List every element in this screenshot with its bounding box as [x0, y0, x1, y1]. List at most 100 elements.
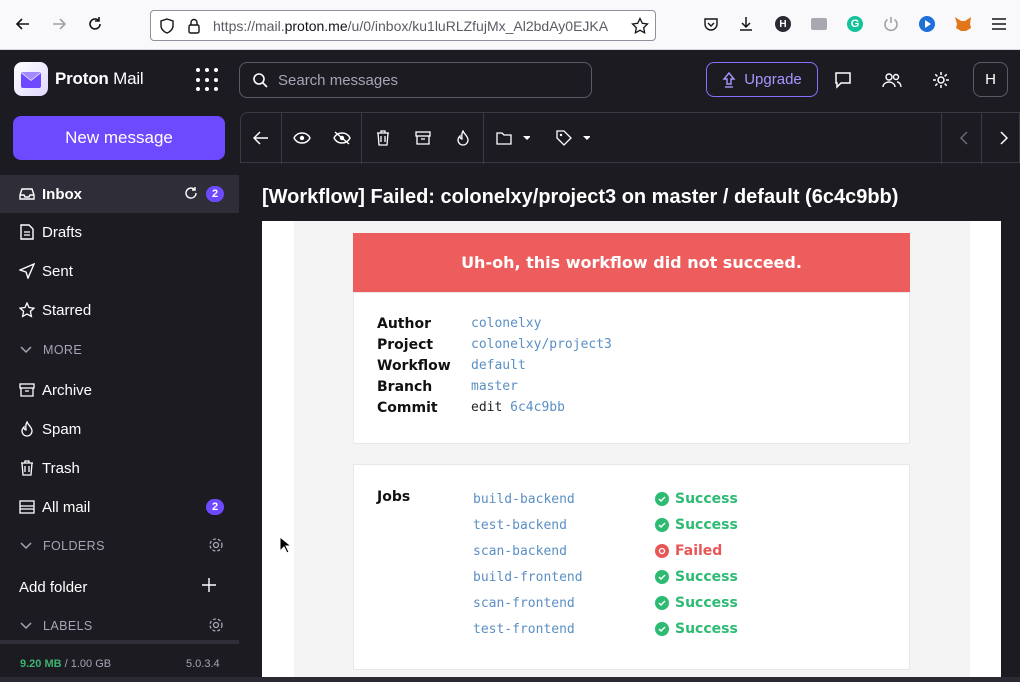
- previous-message-chevron-icon[interactable]: [954, 128, 974, 148]
- contacts-icon[interactable]: [882, 70, 902, 90]
- folder-icon: [496, 132, 530, 145]
- sidebar-item-label: Drafts: [42, 223, 83, 241]
- project-link[interactable]: colonelxy/project3: [471, 337, 612, 352]
- mark-unread-eye-slash-icon[interactable]: [332, 128, 352, 148]
- search-icon: [252, 72, 268, 88]
- mouse-cursor: [279, 535, 293, 559]
- reload-icon[interactable]: [85, 14, 105, 34]
- storage-used: 9.20 MB / 1.00 GB: [20, 658, 111, 670]
- video-extension-icon[interactable]: [917, 14, 937, 34]
- branch-link[interactable]: master: [471, 379, 518, 394]
- job-row: test-frontend Success: [473, 618, 893, 640]
- grammarly-icon[interactable]: G: [845, 14, 865, 34]
- sidebar-item-trash[interactable]: Trash: [0, 449, 239, 487]
- job-status: Success: [655, 517, 738, 533]
- forward-arrow-icon[interactable]: [49, 14, 69, 34]
- upgrade-label: Upgrade: [744, 71, 802, 88]
- labels-settings-gear-icon[interactable]: [208, 617, 224, 636]
- star-icon: [19, 302, 35, 318]
- bookmark-star-icon[interactable]: [631, 16, 649, 40]
- commit-message: edit: [471, 400, 511, 415]
- jobs-label: Jobs: [377, 489, 411, 505]
- metamask-fox-icon[interactable]: [953, 14, 973, 34]
- more-section-label: MORE: [43, 343, 83, 357]
- message-body: Uh-oh, this workflow did not succeed. Au…: [262, 221, 1001, 682]
- back-arrow-icon[interactable]: [13, 14, 33, 34]
- spam-fire-icon: [19, 421, 35, 437]
- sidebar-item-starred[interactable]: Starred: [0, 291, 239, 329]
- drafts-icon: [19, 224, 35, 240]
- sidebar-item-spam[interactable]: Spam: [0, 410, 239, 448]
- upgrade-button[interactable]: Upgrade: [706, 62, 818, 97]
- job-status-label: Failed: [675, 543, 723, 559]
- sidebar-item-archive[interactable]: Archive: [0, 371, 239, 409]
- failure-banner: Uh-oh, this workflow did not succeed.: [353, 233, 910, 292]
- search-input[interactable]: [278, 71, 578, 89]
- folders-settings-gear-icon[interactable]: [208, 537, 224, 556]
- spam-fire-icon[interactable]: [453, 128, 473, 148]
- job-row: scan-backend Failed: [473, 540, 893, 562]
- label-as-dropdown[interactable]: [553, 128, 593, 148]
- more-section-toggle[interactable]: MORE: [0, 332, 239, 368]
- job-name-link[interactable]: scan-backend: [473, 544, 655, 559]
- job-name-link[interactable]: test-backend: [473, 518, 655, 533]
- mark-read-eye-icon[interactable]: [292, 128, 312, 148]
- brand-strong: Proton: [55, 69, 109, 88]
- proton-mail-logo[interactable]: Proton Mail: [14, 62, 144, 96]
- sidebar: New message Inbox 2 Drafts Sent Starred …: [0, 112, 239, 682]
- move-to-folder-dropdown[interactable]: [493, 128, 533, 148]
- branch-row: Branch master: [377, 376, 518, 397]
- job-name-link[interactable]: scan-frontend: [473, 596, 655, 611]
- job-status: Success: [655, 569, 738, 585]
- commit-link[interactable]: 6c4c9bb: [510, 400, 565, 415]
- message-view: [Workflow] Failed: colonelxy/project3 on…: [240, 112, 1020, 682]
- sidebar-item-label: Trash: [42, 459, 80, 477]
- chevron-down-icon: [20, 539, 32, 553]
- sidebar-item-inbox[interactable]: Inbox 2: [0, 175, 239, 213]
- meta-key: Project: [377, 336, 434, 353]
- chevron-down-icon: [20, 619, 32, 633]
- failed-x-icon: [655, 544, 669, 558]
- url-path: /u/0/inbox/ku1luRLZfujMx_Al2bdAy0EJKA: [347, 17, 609, 34]
- archive-icon[interactable]: [413, 128, 433, 148]
- download-icon[interactable]: [736, 14, 756, 34]
- author-link[interactable]: colonelxy: [471, 316, 541, 331]
- chevron-down-icon: [20, 343, 32, 357]
- job-name-link[interactable]: build-frontend: [473, 570, 655, 585]
- job-status-label: Success: [675, 491, 738, 507]
- labels-section-toggle[interactable]: LABELS: [0, 608, 239, 644]
- address-bar[interactable]: https://mail.proton.me/u/0/inbox/ku1luRL…: [150, 10, 656, 41]
- apps-grid-icon[interactable]: [196, 68, 220, 92]
- h-extension-icon[interactable]: H: [773, 14, 793, 34]
- sidebar-item-label: Sent: [42, 262, 73, 280]
- search-box[interactable]: [239, 62, 592, 98]
- sidebar-item-drafts[interactable]: Drafts: [0, 213, 239, 251]
- browser-toolbar: https://mail.proton.me/u/0/inbox/ku1luRL…: [0, 0, 1020, 50]
- settings-gear-icon[interactable]: [931, 70, 951, 90]
- pocket-icon[interactable]: [701, 14, 721, 34]
- lock-icon[interactable]: [187, 18, 201, 39]
- job-row: test-backend Success: [473, 514, 893, 536]
- feedback-chat-icon[interactable]: [833, 70, 853, 90]
- job-name-link[interactable]: test-frontend: [473, 622, 655, 637]
- hamburger-menu-icon[interactable]: [989, 14, 1009, 34]
- message-subject: [Workflow] Failed: colonelxy/project3 on…: [262, 186, 899, 208]
- power-icon[interactable]: [881, 14, 901, 34]
- shield-icon[interactable]: [159, 18, 175, 39]
- back-arrow-icon[interactable]: [251, 128, 271, 148]
- job-name-link[interactable]: build-backend: [473, 492, 655, 507]
- os-taskbar: [0, 677, 1020, 682]
- add-folder-button[interactable]: Add folder: [0, 568, 239, 606]
- workflow-link[interactable]: default: [471, 358, 526, 373]
- extension-icon[interactable]: [809, 14, 829, 34]
- job-status-label: Success: [675, 517, 738, 533]
- new-message-button[interactable]: New message: [13, 116, 225, 160]
- refresh-icon[interactable]: [184, 186, 198, 204]
- unread-count-badge: 2: [206, 186, 224, 202]
- sidebar-item-all-mail[interactable]: All mail 2: [0, 488, 239, 526]
- next-message-chevron-icon[interactable]: [994, 128, 1014, 148]
- user-avatar-button[interactable]: H: [973, 62, 1008, 97]
- trash-icon[interactable]: [373, 128, 393, 148]
- sidebar-item-sent[interactable]: Sent: [0, 252, 239, 290]
- folders-section-toggle[interactable]: FOLDERS: [0, 528, 239, 564]
